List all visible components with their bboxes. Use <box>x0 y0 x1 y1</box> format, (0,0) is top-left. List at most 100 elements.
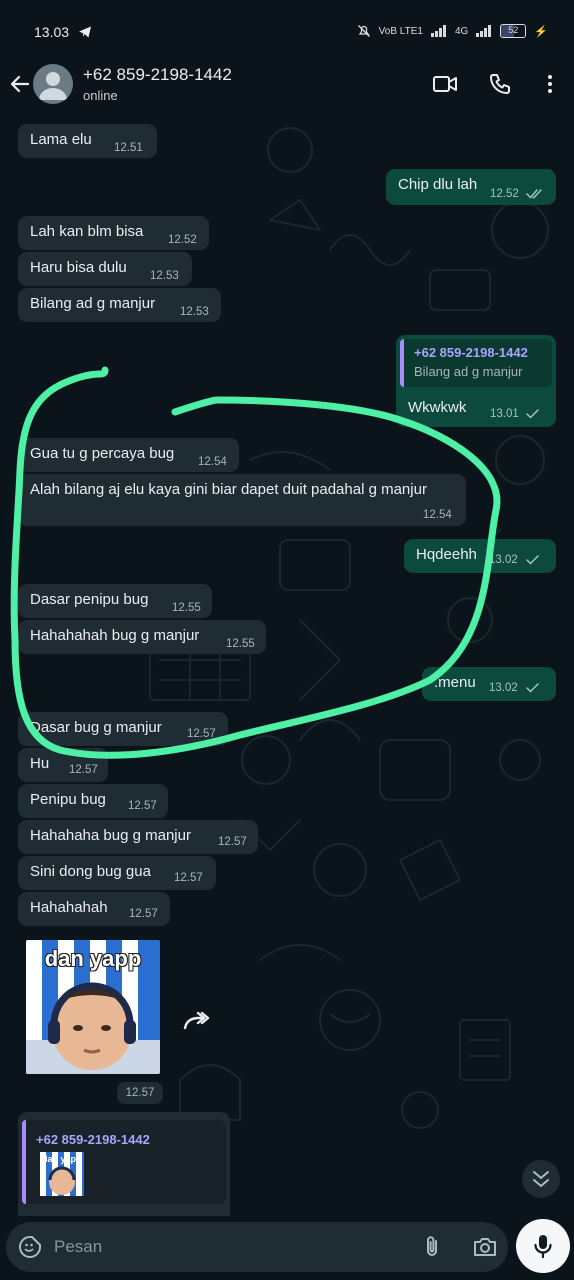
message-bubble-out[interactable]: Hqdeehh 13.02 <box>404 539 556 573</box>
telegram-icon <box>79 26 91 38</box>
quoted-sticker-caption: dan yapp <box>42 1154 82 1164</box>
message-bubble-in[interactable]: Lah kan blm bisa 12.52 <box>18 216 209 250</box>
status-icons: VoB LTE1 4G 52 ⚡ <box>357 24 548 38</box>
message-text: .menu <box>434 674 476 691</box>
phone-icon[interactable] <box>488 72 512 96</box>
avatar[interactable] <box>33 64 73 104</box>
message-bubble-in[interactable]: Sini dong bug gua 12.57 <box>18 856 216 890</box>
chat-header: +62 859-2198-1442 online <box>0 60 574 112</box>
message-bubble-in[interactable]: Hahahahah bug g manjur 12.55 <box>18 620 266 654</box>
message-time: 12.55 <box>172 602 201 614</box>
message-bubble-in[interactable]: Dasar penipu bug 12.55 <box>18 584 212 618</box>
message-list[interactable]: Lama elu 12.51 Chip dlu lah 12.52 Lah ka… <box>0 112 574 1220</box>
message-time: 12.53 <box>180 306 209 318</box>
sent-tick-icon <box>526 409 539 419</box>
back-arrow-icon[interactable] <box>8 72 32 96</box>
message-time: 12.57 <box>129 908 158 920</box>
message-text: Dasar bug g manjur <box>30 719 162 736</box>
message-time: 12.57 <box>187 728 216 740</box>
message-bubble-out[interactable]: .menu 13.02 <box>422 667 556 701</box>
status-bar: 13.03 VoB LTE1 4G 52 ⚡ <box>0 0 574 60</box>
default-avatar-icon <box>39 72 67 100</box>
sent-tick-icon <box>526 555 539 565</box>
more-menu-icon[interactable] <box>538 72 562 96</box>
message-bubble-in[interactable]: Bilang ad g manjur 12.53 <box>18 288 221 322</box>
forward-icon[interactable] <box>176 1002 216 1042</box>
message-bubble-in[interactable]: Penipu bug 12.57 <box>18 784 168 818</box>
voice-record-button[interactable] <box>516 1219 570 1273</box>
message-text: Hahahaha bug g manjur <box>30 827 191 844</box>
sticker-time: 12.57 <box>117 1082 163 1104</box>
delivered-ticks-icon <box>526 189 542 199</box>
contact-status: online <box>83 88 118 103</box>
message-text: Gua tu g percaya bug <box>30 445 175 462</box>
message-time: 12.53 <box>150 270 179 282</box>
message-input[interactable] <box>54 1232 404 1262</box>
message-text: Dasar penipu bug <box>30 591 149 608</box>
message-bubble-in[interactable]: Hu 12.57 <box>18 748 108 782</box>
contact-name[interactable]: +62 859-2198-1442 <box>83 65 232 85</box>
quoted-message[interactable]: +62 859-2198-1442 Bilang ad g manjur <box>400 339 552 387</box>
message-bubble-in[interactable]: Hahahaha bug g manjur 12.57 <box>18 820 258 854</box>
message-time: 12.52 <box>168 234 197 246</box>
message-text: Alah bilang aj elu kaya gini biar dapet … <box>30 481 427 498</box>
attach-icon[interactable] <box>420 1235 444 1259</box>
message-text: Lah kan blm bisa <box>30 223 144 240</box>
battery-level: 52 <box>508 25 519 35</box>
sent-tick-icon <box>526 683 539 693</box>
quote-sender: +62 859-2198-1442 <box>36 1132 150 1147</box>
message-text: Hqdeehh <box>416 546 477 563</box>
mute-icon <box>357 25 370 37</box>
message-text: Wkwkwk <box>408 399 467 416</box>
message-bubble-in[interactable]: Gua tu g percaya bug 12.54 <box>18 438 239 472</box>
message-text: Sini dong bug gua <box>30 863 151 880</box>
sticker-caption: dan yapp <box>44 946 142 971</box>
quoted-message[interactable]: +62 859-2198-1442 dan yapp <box>22 1120 226 1204</box>
message-time: 12.57 <box>69 764 98 776</box>
network-type: 4G <box>454 25 469 37</box>
video-call-icon[interactable] <box>432 72 458 96</box>
message-time: 13.01 <box>490 408 519 420</box>
mic-icon <box>534 1235 552 1259</box>
message-text: Chip dlu lah <box>398 176 478 193</box>
message-bubble-in[interactable]: Lama elu 12.51 <box>18 124 157 158</box>
message-time: 12.54 <box>423 509 452 521</box>
message-time: 12.57 <box>128 800 157 812</box>
message-time: 13.02 <box>489 682 518 694</box>
quote-accent-bar <box>22 1120 26 1204</box>
camera-icon[interactable] <box>472 1235 498 1259</box>
message-time: 12.55 <box>226 638 255 650</box>
message-bubble-in[interactable]: Alah bilang aj elu kaya gini biar dapet … <box>18 474 466 526</box>
message-time: 12.52 <box>490 188 519 200</box>
network-label: VoB LTE1 <box>378 25 423 37</box>
quote-accent-bar <box>400 339 404 387</box>
signal-icon <box>430 25 446 37</box>
message-time: 12.57 <box>174 872 203 884</box>
chevron-down-icon <box>533 1171 549 1187</box>
message-text: Hahahahah <box>30 899 108 916</box>
message-text: Lama elu <box>30 131 92 148</box>
quote-sender: +62 859-2198-1442 <box>414 345 528 360</box>
message-bubble-in[interactable]: Haru bisa dulu 12.53 <box>18 252 192 286</box>
composer-box[interactable] <box>6 1222 508 1272</box>
sticker-message[interactable]: dan yapp <box>26 940 160 1074</box>
battery-indicator: 52 <box>500 24 527 38</box>
message-time: 12.54 <box>198 456 227 468</box>
signal-icon-2 <box>476 25 492 37</box>
composer-bar <box>0 1216 574 1280</box>
whatsapp-chat-screen: 13.03 VoB LTE1 4G 52 ⚡ +62 859-2198-1442… <box>0 0 574 1280</box>
message-text: Hu <box>30 755 50 772</box>
message-bubble-out[interactable]: Chip dlu lah 12.52 <box>386 169 556 205</box>
message-bubble-in[interactable]: Dasar bug g manjur 12.57 <box>18 712 228 746</box>
message-time: 12.51 <box>114 142 143 154</box>
emoji-sticker-icon[interactable] <box>18 1235 42 1259</box>
message-time: 13.02 <box>489 554 518 566</box>
message-bubble-out-reply[interactable]: +62 859-2198-1442 Bilang ad g manjur Wkw… <box>396 335 556 427</box>
scroll-to-bottom-button[interactable] <box>522 1160 560 1198</box>
status-time: 13.03 <box>34 24 70 40</box>
message-text: Haru bisa dulu <box>30 259 127 276</box>
quote-text: Bilang ad g manjur <box>414 364 523 379</box>
message-text: Hahahahah bug g manjur <box>30 627 200 644</box>
message-bubble-in[interactable]: Hahahahah 12.57 <box>18 892 170 926</box>
message-bubble-in-reply[interactable]: +62 859-2198-1442 dan yapp <box>18 1112 230 1220</box>
